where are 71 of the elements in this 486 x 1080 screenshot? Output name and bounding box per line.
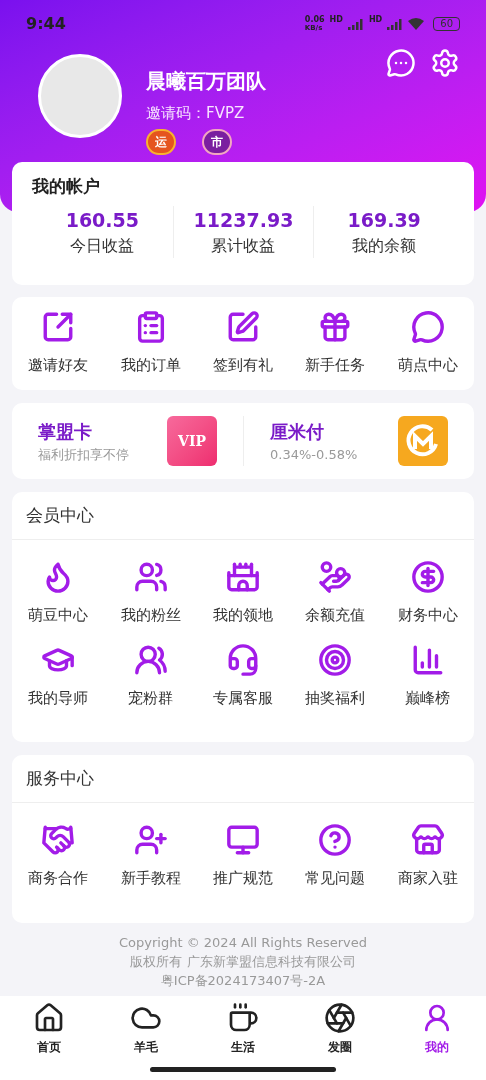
section-title: 服务中心 xyxy=(26,766,94,790)
grid-item[interactable]: 财务中心 xyxy=(381,556,474,631)
castle-icon xyxy=(226,560,260,594)
footer-text: 版权所有 广东新掌盟信息科技有限公司 xyxy=(130,953,356,971)
promo-item[interactable]: 厘米付 0.34%-0.58% xyxy=(243,416,474,466)
grid-item[interactable]: 我的订单 xyxy=(104,306,197,381)
speech-bubble-icon xyxy=(410,310,445,345)
users-icon xyxy=(133,560,168,594)
status-time: 9:44 xyxy=(26,13,66,35)
network-speed: 0.06 xyxy=(304,16,325,24)
card-title: 我的帐户 xyxy=(32,176,100,196)
battery-indicator: 60 xyxy=(433,17,460,31)
settings-icon[interactable] xyxy=(430,48,460,78)
headset-icon xyxy=(226,642,260,677)
tab[interactable]: 羊毛 xyxy=(97,1002,195,1056)
section-title: 会员中心 xyxy=(26,503,94,527)
footer-text: 粤ICP备2024173407号-2A xyxy=(160,972,326,990)
grid-item[interactable]: 巅峰榜 xyxy=(381,638,474,713)
grid-item[interactable]: 新手任务 xyxy=(289,306,382,381)
grid-item[interactable]: 萌点中心 xyxy=(381,306,474,381)
stat-value: 169.39 xyxy=(347,207,421,233)
chat-icon[interactable] xyxy=(386,48,416,78)
target-icon xyxy=(318,642,353,677)
user-plus-icon xyxy=(133,823,168,857)
grid-item[interactable]: 我的导师 xyxy=(12,638,105,713)
stat-value: 11237.93 xyxy=(193,207,294,233)
dollar-circle-icon xyxy=(410,560,445,594)
grid-item[interactable]: 余额充值 xyxy=(289,556,382,631)
grid-item[interactable]: 新手教程 xyxy=(104,819,197,894)
promo-subtitle: 福利折扣享不停 xyxy=(38,445,129,464)
rank-badge: 运 xyxy=(146,128,176,155)
grid-item[interactable]: 推广规范 xyxy=(196,819,290,894)
grid-item[interactable]: 萌豆中心 xyxy=(12,556,105,631)
grid-item[interactable]: 宠粉群 xyxy=(104,638,197,713)
footer-text: Copyright © 2024 All Rights Reserved xyxy=(119,934,367,952)
vip-badge: VIP xyxy=(167,416,217,466)
grid-item[interactable]: 常见问题 xyxy=(289,819,382,894)
grid-item[interactable]: 商务合作 xyxy=(12,819,105,894)
wifi-icon xyxy=(408,18,425,30)
grid-item[interactable]: 抽奖福利 xyxy=(289,638,382,713)
stat-label: 累计收益 xyxy=(211,235,276,257)
tab[interactable]: 我的 xyxy=(388,1002,486,1056)
m-logo-icon xyxy=(398,416,448,466)
question-icon xyxy=(318,823,353,857)
monitor-icon xyxy=(226,823,260,857)
network-type: HD xyxy=(368,16,383,24)
coins-icon xyxy=(318,560,353,594)
grid-item[interactable]: 签到有礼 xyxy=(196,306,290,381)
handshake-icon xyxy=(41,823,76,857)
store-icon xyxy=(410,823,445,857)
tab[interactable]: 首页 xyxy=(0,1002,98,1056)
cup-icon xyxy=(227,1002,259,1034)
grid-item[interactable]: 邀请好友 xyxy=(12,306,105,381)
tab[interactable]: 生活 xyxy=(194,1002,292,1056)
grid-item[interactable]: 专属客服 xyxy=(196,638,290,713)
promo-item[interactable]: 掌盟卡 福利折扣享不停 VIP xyxy=(12,416,243,466)
promo-subtitle: 0.34%-0.58% xyxy=(270,445,358,464)
stat-label: 我的余额 xyxy=(352,235,417,257)
rank-badge: 市 xyxy=(202,128,232,155)
network-type: HD xyxy=(329,16,343,24)
grid-item[interactable]: 我的领地 xyxy=(196,556,290,631)
tab[interactable]: 发圈 xyxy=(291,1002,389,1056)
invite-code: 邀请码：FVPZ xyxy=(146,103,246,124)
team-name: 晨曦百万团队 xyxy=(146,68,266,95)
signal-icon xyxy=(387,18,404,30)
grid-item[interactable]: 商家入驻 xyxy=(381,819,474,894)
stat-value: 160.55 xyxy=(65,207,139,233)
grid-item[interactable]: 我的粉丝 xyxy=(104,556,197,631)
aperture-icon xyxy=(324,1002,357,1034)
stat-label: 今日收益 xyxy=(70,235,135,257)
signal-icon xyxy=(347,18,364,30)
